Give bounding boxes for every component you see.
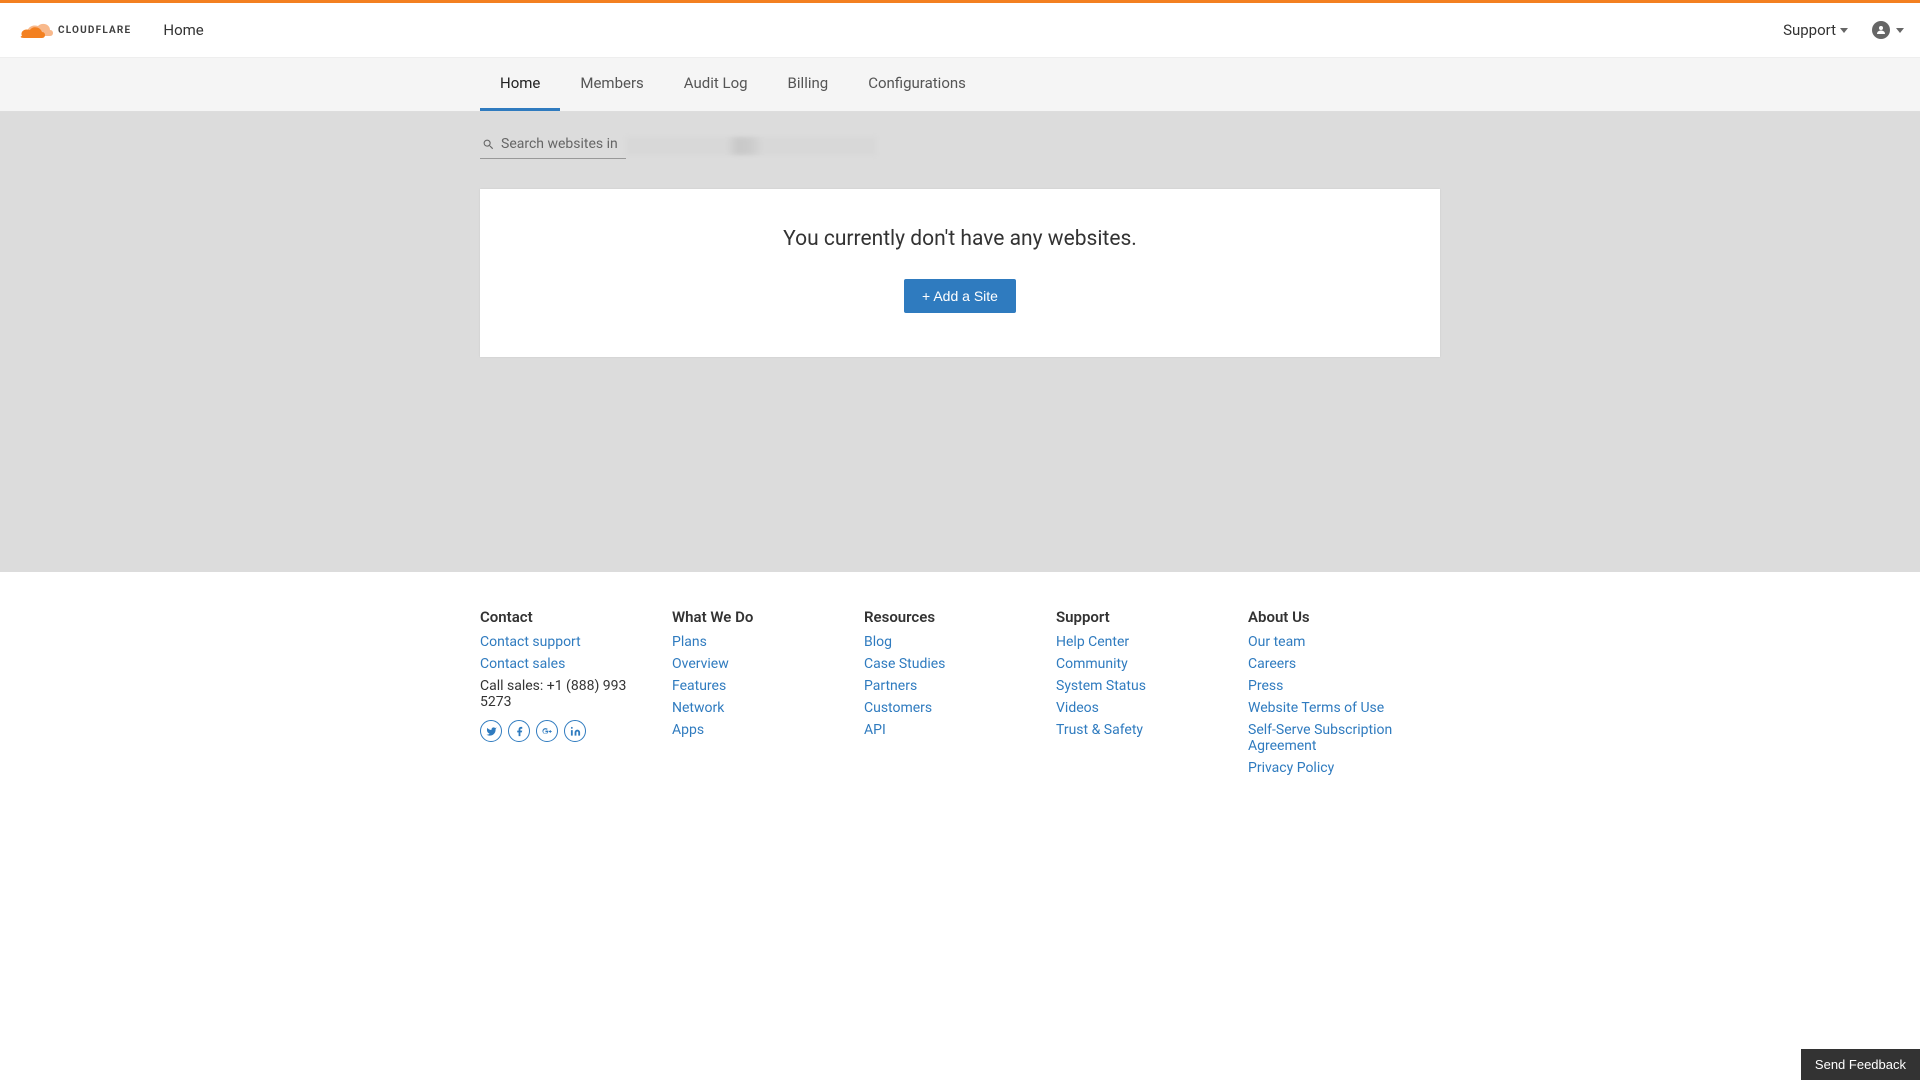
footer-col-what-we-do: What We Do Plans Overview Features Netwo… [672, 608, 864, 782]
footer-link[interactable]: Network [672, 700, 844, 716]
chevron-down-icon [1896, 28, 1904, 33]
cloud-icon [16, 20, 56, 40]
search-icon [482, 138, 495, 151]
tab-billing[interactable]: Billing [768, 58, 849, 111]
footer-link[interactable]: Trust & Safety [1056, 722, 1228, 738]
google-plus-icon[interactable] [536, 720, 558, 742]
footer-link[interactable]: Plans [672, 634, 844, 650]
footer-link[interactable]: Press [1248, 678, 1420, 694]
footer: Contact Contact support Contact sales Ca… [0, 572, 1920, 842]
footer-link[interactable]: Overview [672, 656, 844, 672]
footer-link[interactable]: Apps [672, 722, 844, 738]
tab-bar: Home Members Audit Log Billing Configura… [0, 58, 1920, 112]
footer-link[interactable]: Self-Serve Subscription Agreement [1248, 722, 1420, 754]
twitter-icon[interactable] [480, 720, 502, 742]
search-row: Search websites in [480, 132, 1440, 159]
footer-sales-phone: Call sales: +1 (888) 993 5273 [480, 678, 652, 710]
footer-col-contact: Contact Contact support Contact sales Ca… [480, 608, 672, 782]
empty-state-message: You currently don't have any websites. [500, 227, 1420, 251]
footer-link[interactable]: Features [672, 678, 844, 694]
footer-link[interactable]: Help Center [1056, 634, 1228, 650]
tab-members[interactable]: Members [560, 58, 663, 111]
footer-link[interactable]: Videos [1056, 700, 1228, 716]
footer-heading: What We Do [672, 608, 844, 626]
add-site-button[interactable]: + Add a Site [904, 279, 1016, 313]
footer-link[interactable]: Contact support [480, 634, 652, 650]
breadcrumb-home[interactable]: Home [163, 21, 203, 39]
footer-link[interactable]: Website Terms of Use [1248, 700, 1420, 716]
footer-heading: Support [1056, 608, 1228, 626]
footer-link[interactable]: Privacy Policy [1248, 760, 1420, 776]
support-label: Support [1783, 21, 1836, 39]
footer-heading: Contact [480, 608, 652, 626]
facebook-icon[interactable] [508, 720, 530, 742]
header: CLOUDFLARE Home Support [0, 3, 1920, 58]
user-icon [1872, 21, 1890, 39]
footer-heading: Resources [864, 608, 1036, 626]
footer-col-about-us: About Us Our team Careers Press Website … [1248, 608, 1440, 782]
footer-link[interactable]: System Status [1056, 678, 1228, 694]
send-feedback-button[interactable]: Send Feedback [1801, 1049, 1920, 1080]
user-menu-dropdown[interactable] [1872, 21, 1904, 39]
social-row [480, 720, 652, 742]
chevron-down-icon [1840, 28, 1848, 33]
search-placeholder-prefix: Search websites in [501, 136, 618, 152]
footer-link[interactable]: Case Studies [864, 656, 1036, 672]
footer-link[interactable]: API [864, 722, 1036, 738]
empty-state-card: You currently don't have any websites. +… [480, 189, 1440, 357]
footer-col-support: Support Help Center Community System Sta… [1056, 608, 1248, 782]
footer-link[interactable]: Contact sales [480, 656, 652, 672]
footer-link[interactable]: Our team [1248, 634, 1420, 650]
linkedin-icon[interactable] [564, 720, 586, 742]
main-content: Search websites in You currently don't h… [0, 112, 1920, 572]
search-input[interactable]: Search websites in [480, 132, 626, 159]
cloudflare-logo[interactable]: CLOUDFLARE [16, 20, 131, 40]
tab-home[interactable]: Home [480, 58, 560, 111]
tab-configurations[interactable]: Configurations [848, 58, 986, 111]
footer-col-resources: Resources Blog Case Studies Partners Cus… [864, 608, 1056, 782]
tab-audit-log[interactable]: Audit Log [664, 58, 768, 111]
footer-link[interactable]: Careers [1248, 656, 1420, 672]
footer-link[interactable]: Community [1056, 656, 1228, 672]
footer-link[interactable]: Customers [864, 700, 1036, 716]
footer-heading: About Us [1248, 608, 1420, 626]
logo-text: CLOUDFLARE [58, 25, 131, 36]
footer-link[interactable]: Blog [864, 634, 1036, 650]
account-name-redacted [626, 137, 876, 155]
support-dropdown[interactable]: Support [1783, 21, 1848, 39]
footer-link[interactable]: Partners [864, 678, 1036, 694]
